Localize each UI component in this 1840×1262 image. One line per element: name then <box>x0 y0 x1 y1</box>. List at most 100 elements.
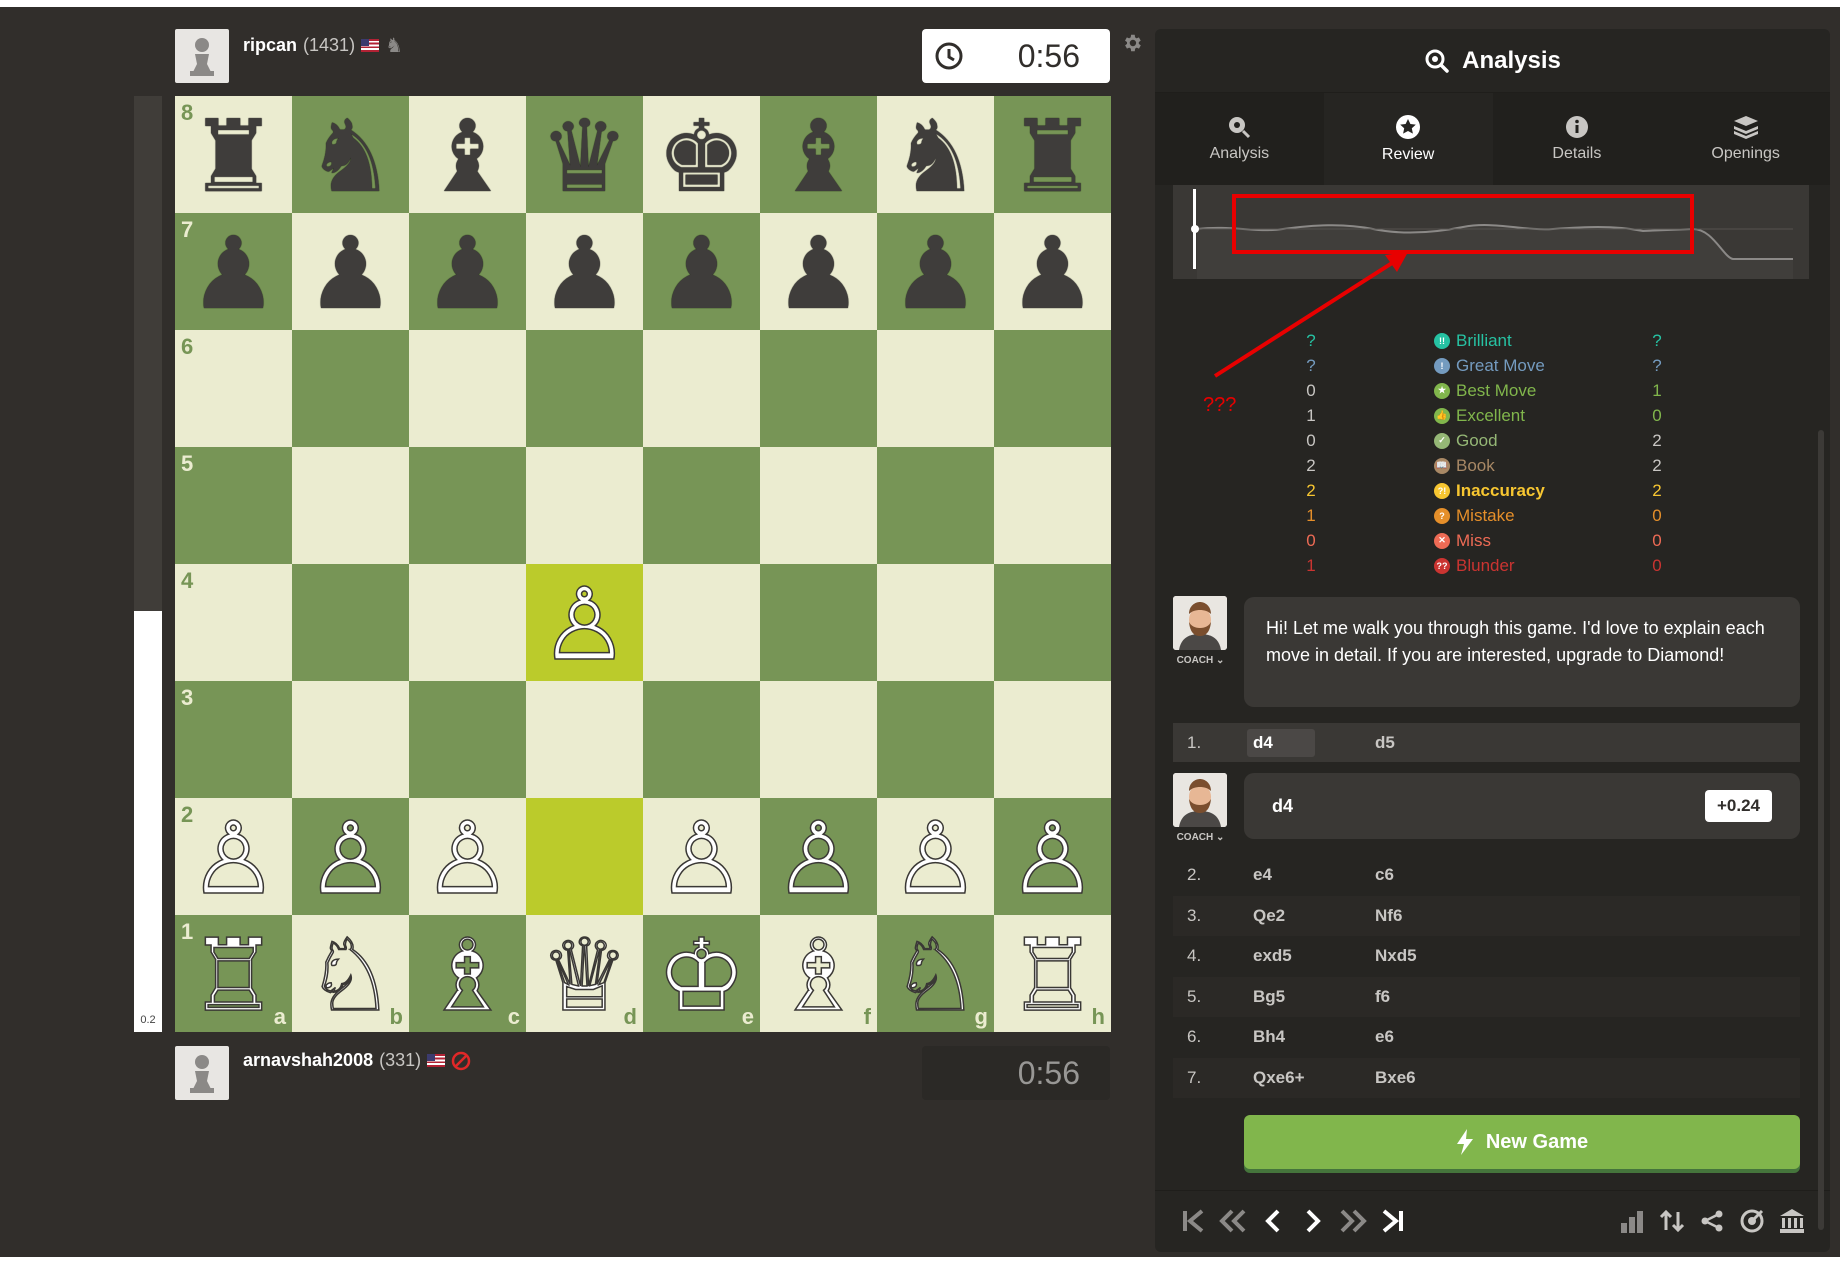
white-piece[interactable]: ♙ <box>890 807 981 909</box>
square-e6[interactable] <box>643 330 760 447</box>
library-button[interactable] <box>1772 1201 1812 1241</box>
black-move[interactable]: Nf6 <box>1375 906 1495 926</box>
black-piece[interactable]: ♚ <box>657 106 747 207</box>
square-g8[interactable]: ♞ <box>877 96 994 213</box>
chess-board[interactable]: 8 ♜ ♞ ♝ ♛ ♚ ♝ ♞ ♜ 7 ♟ ♟ ♟ ♟ ♟ ♟ ♟ ♟ 6 5 4 ♙ 3 2 ♙ ♙ ♙ ♙ ♙ ♙ ♙ 1 a ♖ b ♘ c ♗ d ♕… <box>175 96 1111 1032</box>
black-piece[interactable]: ♞ <box>306 106 396 207</box>
square-h3[interactable] <box>994 681 1111 798</box>
square-e1[interactable]: e ♔ <box>643 915 760 1032</box>
coach-avatar-move[interactable]: COACH ⌄ <box>1173 773 1228 843</box>
white-piece[interactable]: ♙ <box>539 573 630 675</box>
square-f3[interactable] <box>760 681 877 798</box>
square-h1[interactable]: h ♖ <box>994 915 1111 1032</box>
square-b2[interactable]: ♙ <box>292 798 409 915</box>
forward-fast-button[interactable] <box>1333 1201 1373 1241</box>
square-f7[interactable]: ♟ <box>760 213 877 330</box>
tab-details[interactable]: Details <box>1493 93 1662 185</box>
white-piece[interactable]: ♗ <box>773 924 864 1026</box>
square-f8[interactable]: ♝ <box>760 96 877 213</box>
square-a5[interactable]: 5 <box>175 447 292 564</box>
white-piece[interactable]: ♙ <box>188 807 279 909</box>
square-a3[interactable]: 3 <box>175 681 292 798</box>
square-e3[interactable] <box>643 681 760 798</box>
flip-board-button[interactable] <box>1652 1201 1692 1241</box>
back-fast-button[interactable] <box>1213 1201 1253 1241</box>
white-move[interactable]: Qe2 <box>1253 906 1375 926</box>
coach-label[interactable]: COACH ⌄ <box>1173 655 1228 666</box>
square-e7[interactable]: ♟ <box>643 213 760 330</box>
square-c1[interactable]: c ♗ <box>409 915 526 1032</box>
share-button[interactable] <box>1692 1201 1732 1241</box>
square-h7[interactable]: ♟ <box>994 213 1111 330</box>
square-b5[interactable] <box>292 447 409 564</box>
panel-scrollbar[interactable] <box>1818 430 1824 1230</box>
square-g7[interactable]: ♟ <box>877 213 994 330</box>
white-piece[interactable]: ♙ <box>1007 807 1098 909</box>
white-piece[interactable]: ♕ <box>539 924 630 1026</box>
square-f4[interactable] <box>760 564 877 681</box>
square-g5[interactable] <box>877 447 994 564</box>
tab-openings[interactable]: Openings <box>1661 93 1830 185</box>
square-f2[interactable]: ♙ <box>760 798 877 915</box>
square-h6[interactable] <box>994 330 1111 447</box>
square-g3[interactable] <box>877 681 994 798</box>
white-piece[interactable]: ♙ <box>773 807 864 909</box>
square-f1[interactable]: f ♗ <box>760 915 877 1032</box>
square-g4[interactable] <box>877 564 994 681</box>
white-move[interactable]: Qxe6+ <box>1253 1068 1375 1088</box>
coach-avatar[interactable]: COACH ⌄ <box>1173 596 1228 666</box>
black-piece[interactable]: ♟ <box>540 223 630 324</box>
square-c8[interactable]: ♝ <box>409 96 526 213</box>
white-piece[interactable]: ♔ <box>656 924 747 1026</box>
black-piece[interactable]: ♟ <box>657 223 747 324</box>
white-piece[interactable]: ♙ <box>422 807 513 909</box>
black-piece[interactable]: ♟ <box>891 223 981 324</box>
square-a8[interactable]: 8 ♜ <box>175 96 292 213</box>
square-b6[interactable] <box>292 330 409 447</box>
square-b4[interactable] <box>292 564 409 681</box>
square-b7[interactable]: ♟ <box>292 213 409 330</box>
square-b8[interactable]: ♞ <box>292 96 409 213</box>
white-piece[interactable]: ♙ <box>305 807 396 909</box>
square-c3[interactable] <box>409 681 526 798</box>
white-move[interactable]: d4 <box>1247 728 1315 757</box>
square-e8[interactable]: ♚ <box>643 96 760 213</box>
white-move[interactable]: Bg5 <box>1253 987 1375 1007</box>
square-g6[interactable] <box>877 330 994 447</box>
square-d6[interactable] <box>526 330 643 447</box>
square-h2[interactable]: ♙ <box>994 798 1111 915</box>
white-move[interactable]: exd5 <box>1253 946 1375 966</box>
square-c7[interactable]: ♟ <box>409 213 526 330</box>
black-move[interactable]: c6 <box>1375 865 1495 885</box>
white-piece[interactable]: ♙ <box>656 807 747 909</box>
coach-label[interactable]: COACH ⌄ <box>1173 832 1228 843</box>
black-move[interactable]: Nxd5 <box>1375 946 1495 966</box>
square-d7[interactable]: ♟ <box>526 213 643 330</box>
white-piece[interactable]: ♖ <box>1007 924 1098 1026</box>
square-e2[interactable]: ♙ <box>643 798 760 915</box>
square-h8[interactable]: ♜ <box>994 96 1111 213</box>
black-piece[interactable]: ♟ <box>306 223 396 324</box>
white-piece[interactable]: ♖ <box>188 924 279 1026</box>
square-d8[interactable]: ♛ <box>526 96 643 213</box>
square-d4[interactable]: ♙ <box>526 564 643 681</box>
top-player-avatar[interactable] <box>175 29 229 83</box>
square-a4[interactable]: 4 <box>175 564 292 681</box>
bottom-player-name[interactable]: arnavshah2008 <box>243 1050 373 1071</box>
black-piece[interactable]: ♟ <box>423 223 513 324</box>
square-g2[interactable]: ♙ <box>877 798 994 915</box>
last-move-button[interactable] <box>1373 1201 1413 1241</box>
black-move[interactable]: Bxe6 <box>1375 1068 1495 1088</box>
black-piece[interactable]: ♜ <box>189 106 279 207</box>
square-a1[interactable]: 1 a ♖ <box>175 915 292 1032</box>
square-d2[interactable] <box>526 798 643 915</box>
square-c6[interactable] <box>409 330 526 447</box>
square-f6[interactable] <box>760 330 877 447</box>
square-a7[interactable]: 7 ♟ <box>175 213 292 330</box>
square-a2[interactable]: 2 ♙ <box>175 798 292 915</box>
tab-review[interactable]: Review <box>1323 93 1493 185</box>
square-b3[interactable] <box>292 681 409 798</box>
black-piece[interactable]: ♜ <box>1008 106 1098 207</box>
top-player-name[interactable]: ripcan <box>243 35 297 56</box>
stats-button[interactable] <box>1612 1201 1652 1241</box>
